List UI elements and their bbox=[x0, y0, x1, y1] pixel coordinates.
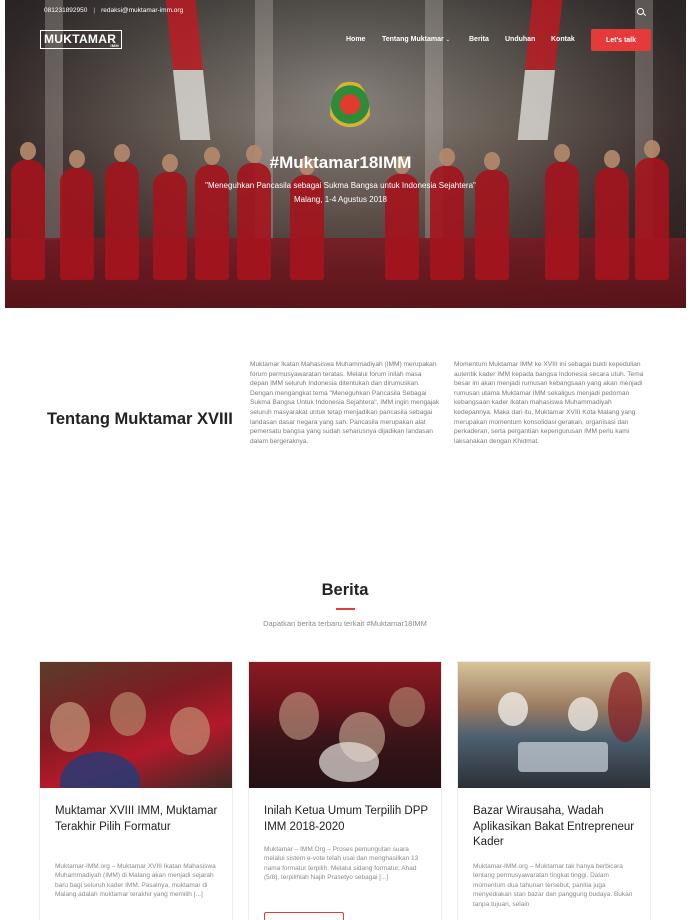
about-title: Tentang Muktamar XVIII bbox=[47, 410, 233, 428]
nav-tentang-muktamar[interactable]: Tentang Muktamar ⌄ bbox=[382, 36, 450, 43]
news-card[interactable]: Muktamar XVIII IMM, Muktamar Terakhir Pi… bbox=[39, 661, 233, 920]
chevron-down-icon: ⌄ bbox=[445, 37, 450, 43]
hero-date: Malang, 1-4 Agustus 2018 bbox=[294, 195, 387, 204]
nav-tentang-label: Tentang Muktamar bbox=[382, 36, 444, 43]
nav-unduhan[interactable]: Unduhan bbox=[505, 36, 535, 43]
news-card-title[interactable]: Bazar Wirausaha, Wadah Aplikasikan Bakat… bbox=[473, 804, 643, 851]
email-address[interactable]: redaksi@muktamar-imm.org bbox=[101, 7, 183, 14]
news-card-title[interactable]: Muktamar XVIII IMM, Muktamar Terakhir Pi… bbox=[55, 804, 225, 835]
about-text-col2: Momentum Muktamar IMM ke XVIII ini sebag… bbox=[454, 361, 644, 445]
news-card-title[interactable]: Inilah Ketua Umum Terpilih DPP IMM 2018-… bbox=[264, 804, 434, 835]
hero-flag bbox=[165, 0, 211, 140]
news-card-image[interactable] bbox=[249, 662, 441, 788]
nav-berita[interactable]: Berita bbox=[469, 36, 489, 43]
news-card-excerpt: Muktamar – IMM.Org – Proses pemungutan s… bbox=[264, 846, 419, 882]
about-text-col1: Muktamar Ikatan Mahasiswa Muhammadiyah (… bbox=[250, 361, 440, 445]
hero-title: #Muktamar18IMM bbox=[269, 153, 412, 172]
hero-subtitle: "Meneguhkan Pancasila sebagai Sukma Bang… bbox=[205, 181, 476, 190]
read-more-button[interactable] bbox=[264, 912, 344, 920]
news-title: Berita bbox=[321, 581, 369, 599]
nav-kontak[interactable]: Kontak bbox=[551, 36, 575, 43]
news-card-image[interactable] bbox=[40, 662, 232, 788]
news-card-excerpt: Muktamar-IMM.org – Muktamar XVIII Ikatan… bbox=[55, 863, 216, 899]
news-card[interactable]: Bazar Wirausaha, Wadah Aplikasikan Bakat… bbox=[457, 661, 651, 920]
news-card[interactable]: Inilah Ketua Umum Terpilih DPP IMM 2018-… bbox=[248, 661, 442, 920]
phone-number[interactable]: 081231892950 bbox=[44, 7, 87, 14]
topbar-separator: | bbox=[93, 7, 96, 14]
topbar-contact: 081231892950 | redaksi@muktamar-imm.org bbox=[44, 7, 183, 14]
news-card-image[interactable] bbox=[458, 662, 650, 788]
nav-home[interactable]: Home bbox=[346, 36, 365, 43]
lets-talk-button[interactable]: Let's talk bbox=[591, 29, 651, 51]
main-nav: Home Tentang Muktamar ⌄ Berita Unduhan Ko… bbox=[0, 36, 690, 48]
news-subtitle: Dapatkan berita terbaru terkait #Muktama… bbox=[263, 619, 427, 628]
hero-flag bbox=[517, 0, 563, 140]
news-card-excerpt: Muktamar-IMM.org – Muktamar tak hanya be… bbox=[473, 863, 633, 908]
title-underline bbox=[336, 608, 355, 610]
search-icon[interactable] bbox=[637, 8, 644, 15]
